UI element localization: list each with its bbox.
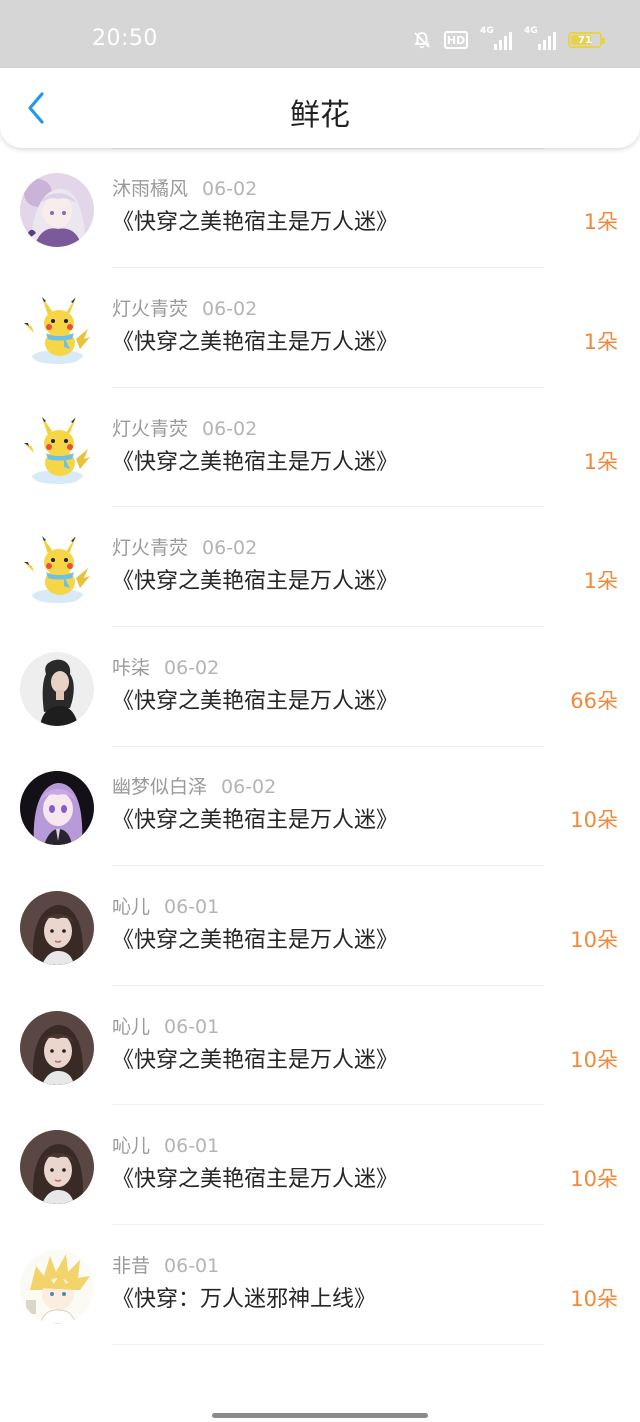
book-title[interactable]: 《快穿之美艳宿主是万人迷》 xyxy=(112,204,398,236)
list-item[interactable]: 咔柒 06-02 《快穿之美艳宿主是万人迷》 66朵 xyxy=(0,627,640,747)
username: 灯火青荧 xyxy=(112,297,189,320)
flower-count: 1朵 xyxy=(583,329,618,354)
list-item-meta: 吣儿 06-01 xyxy=(112,1012,219,1039)
list-item-meta: 幽梦似白泽 06-02 xyxy=(112,772,276,799)
list-item-meta: 灯火青荧 06-02 xyxy=(112,294,257,321)
list-item[interactable]: 沐雨橘风 06-02 《快穿之美艳宿主是万人迷》 1朵 xyxy=(0,149,640,269)
status-icons: HD 4G 4G 71 xyxy=(412,26,605,52)
avatar[interactable] xyxy=(20,173,94,248)
page-title: 鲜花 xyxy=(290,98,350,133)
flower-count: 1朵 xyxy=(583,210,618,235)
username: 非昔 xyxy=(112,1254,151,1277)
flower-count: 10朵 xyxy=(570,927,618,952)
avatar[interactable] xyxy=(20,651,94,726)
flower-gift-list: 沐雨橘风 06-02 《快穿之美艳宿主是万人迷》 1朵 沐雨橘风 06-02 《快穿… xyxy=(0,148,640,1422)
list-item-meta: 沐雨橘风 06-02 xyxy=(112,174,257,201)
gift-date: 06-01 xyxy=(164,1015,220,1038)
gift-date: 06-02 xyxy=(202,297,258,320)
gift-date: 06-02 xyxy=(202,417,258,440)
gift-date: 06-01 xyxy=(164,895,220,918)
book-title[interactable]: 《快穿之美艳宿主是万人迷》 xyxy=(112,563,398,595)
avatar[interactable] xyxy=(20,1130,94,1205)
list-item-meta: 灯火青荧 06-02 xyxy=(112,533,257,560)
list-item-meta: 咔柒 06-02 xyxy=(112,653,219,680)
list-item[interactable]: 吣儿 06-01 《快穿之美艳宿主是万人迷》 10朵 xyxy=(0,866,640,986)
avatar[interactable] xyxy=(20,292,94,367)
username: 咔柒 xyxy=(112,656,151,679)
username: 吣儿 xyxy=(112,1015,151,1038)
avatar[interactable] xyxy=(20,532,94,607)
gift-date: 06-02 xyxy=(164,656,220,679)
username: 灯火青荧 xyxy=(112,537,189,560)
book-title[interactable]: 《快穿之美艳宿主是万人迷》 xyxy=(112,683,398,715)
username: 吣儿 xyxy=(112,895,151,918)
bell-muted-icon xyxy=(412,30,432,50)
avatar[interactable] xyxy=(20,412,94,487)
list-item[interactable]: 吣儿 06-01 《快穿之美艳宿主是万人迷》 10朵 xyxy=(0,986,640,1106)
home-indicator[interactable] xyxy=(212,1413,428,1418)
flower-count: 10朵 xyxy=(570,808,618,833)
gift-date: 06-02 xyxy=(202,178,258,201)
gift-date: 06-02 xyxy=(202,537,258,560)
gift-date: 06-01 xyxy=(164,1135,220,1158)
battery-icon: 71 xyxy=(568,32,605,48)
flower-count: 10朵 xyxy=(570,1167,618,1192)
avatar[interactable] xyxy=(20,771,94,846)
avatar[interactable] xyxy=(20,1010,94,1085)
flower-count: 66朵 xyxy=(570,688,618,713)
gift-date: 06-02 xyxy=(221,776,277,799)
book-title[interactable]: 《快穿之美艳宿主是万人迷》 xyxy=(112,1042,398,1074)
avatar[interactable] xyxy=(20,1249,94,1324)
list-item-meta: 吣儿 06-01 xyxy=(112,892,219,919)
list-item-meta: 吣儿 06-01 xyxy=(112,1131,219,1158)
flower-count: 1朵 xyxy=(583,569,618,594)
list-item[interactable]: 幽梦似白泽 06-02 《快穿之美艳宿主是万人迷》 10朵 xyxy=(0,747,640,867)
status-bar: 20:50 HD 4G 4G 71 xyxy=(0,0,640,68)
list-item-meta: 灯火青荧 06-02 xyxy=(112,414,257,441)
username: 幽梦似白泽 xyxy=(112,776,208,799)
username: 吣儿 xyxy=(112,1135,151,1158)
avatar[interactable] xyxy=(20,890,94,965)
list-item[interactable]: 非昔 06-01 《快穿：万人迷邪神上线》 10朵 xyxy=(0,1225,640,1345)
list-item[interactable]: 灯火青荧 06-02 《快穿之美艳宿主是万人迷》 1朵 xyxy=(0,507,640,627)
gift-date: 06-01 xyxy=(164,1254,220,1277)
book-title[interactable]: 《快穿之美艳宿主是万人迷》 xyxy=(112,444,398,476)
book-title[interactable]: 《快穿：万人迷邪神上线》 xyxy=(112,1281,376,1313)
username: 沐雨橘风 xyxy=(112,178,189,201)
list-item[interactable]: 灯火青荧 06-02 《快穿之美艳宿主是万人迷》 1朵 xyxy=(0,388,640,508)
list-item[interactable]: 吣儿 06-01 《快穿之美艳宿主是万人迷》 10朵 xyxy=(0,1105,640,1225)
book-title[interactable]: 《快穿之美艳宿主是万人迷》 xyxy=(112,802,398,834)
list-item[interactable]: 灯火青荧 06-02 《快穿之美艳宿主是万人迷》 1朵 xyxy=(0,268,640,388)
book-title[interactable]: 《快穿之美艳宿主是万人迷》 xyxy=(112,324,398,356)
status-time: 20:50 xyxy=(92,26,158,51)
book-title[interactable]: 《快穿之美艳宿主是万人迷》 xyxy=(112,1161,398,1193)
hd-voice-icon: HD xyxy=(444,31,468,49)
username: 灯火青荧 xyxy=(112,417,189,440)
book-title[interactable]: 《快穿之美艳宿主是万人迷》 xyxy=(112,922,398,954)
flower-count: 10朵 xyxy=(570,1047,618,1072)
divider xyxy=(112,1343,544,1345)
flower-count: 1朵 xyxy=(583,449,618,474)
signal-4g-icon-2: 4G xyxy=(524,26,556,50)
list-item-meta: 非昔 06-01 xyxy=(112,1251,219,1278)
signal-4g-icon-1: 4G xyxy=(480,26,512,50)
app-header: 鲜花 xyxy=(0,68,640,148)
flower-count: 10朵 xyxy=(570,1286,618,1311)
